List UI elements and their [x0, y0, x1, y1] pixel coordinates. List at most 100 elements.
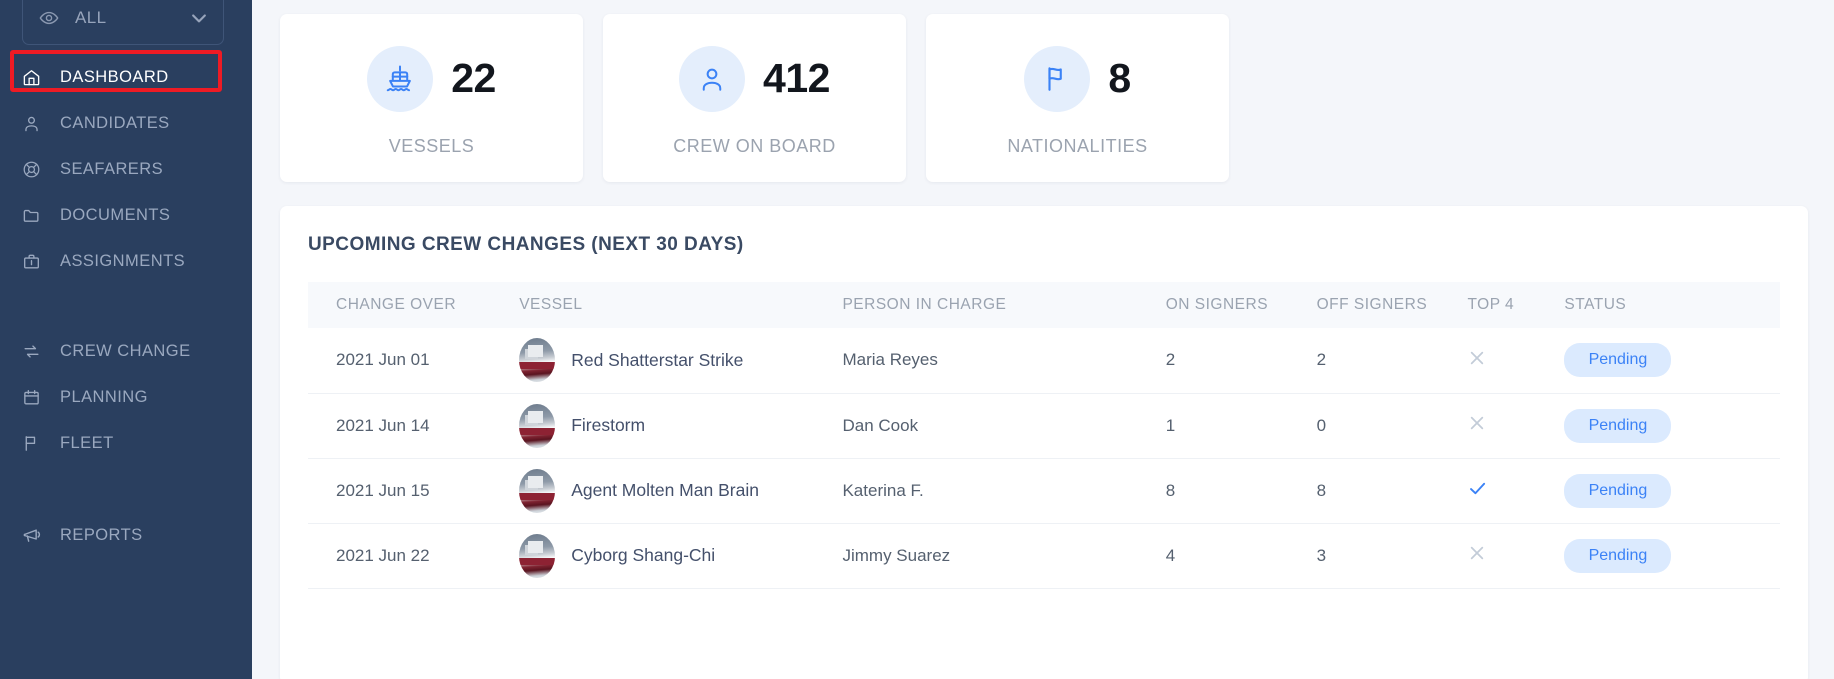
scope-filter-label: ALL: [75, 8, 107, 27]
person-icon: [679, 45, 746, 112]
main-content: 22 VESSELS 412 CREW ON BOARD 8 NATIONALI…: [252, 0, 1834, 679]
cross-icon: [1467, 413, 1487, 433]
upcoming-crew-changes-panel: UPCOMING CREW CHANGES (NEXT 30 DAYS) CHA…: [280, 206, 1808, 679]
cell-on-signers: 1: [1165, 393, 1317, 459]
sidebar-item-label: CANDIDATES: [60, 113, 170, 132]
cell-vessel: Agent Molten Man Brain: [519, 458, 843, 524]
stat-card-crew-on-board: 412 CREW ON BOARD: [603, 14, 906, 182]
stat-label: CREW ON BOARD: [673, 135, 836, 156]
vessel-photo-avatar: [519, 403, 556, 448]
sidebar-divider-gap-2: [0, 466, 252, 512]
sidebar-item-label: SEAFARERS: [60, 159, 164, 178]
cell-top-4: [1467, 458, 1565, 524]
sidebar-item-label: REPORTS: [60, 525, 143, 544]
sidebar-item-label: FLEET: [60, 433, 114, 452]
column-header-vessel[interactable]: VESSEL: [519, 282, 842, 328]
app-root: ALL DASHBOARD CANDIDATES SEAFARERS DOCUM…: [0, 0, 1834, 679]
cell-person-in-charge: Katerina F.: [842, 458, 1166, 524]
status-badge[interactable]: Pending: [1564, 538, 1672, 573]
cell-on-signers: 2: [1165, 328, 1317, 394]
cell-top-4: [1467, 328, 1565, 394]
sidebar-item-candidates[interactable]: CANDIDATES: [0, 100, 252, 146]
cell-on-signers: 8: [1165, 458, 1317, 524]
stat-label: VESSELS: [388, 135, 475, 156]
sidebar-item-label: ASSIGNMENTS: [60, 251, 186, 270]
table-row[interactable]: 2021 Jun 14 Firestorm Dan Cook 1 0 Pendi…: [308, 393, 1780, 459]
column-header-change-over[interactable]: CHANGE OVER: [308, 282, 519, 328]
lifebuoy-icon: [22, 160, 48, 179]
cell-off-signers: 0: [1316, 393, 1468, 459]
stat-value: 22: [451, 55, 496, 101]
sidebar-item-label: PLANNING: [60, 387, 148, 406]
vessel-photo-avatar: [519, 338, 556, 383]
sidebar: ALL DASHBOARD CANDIDATES SEAFARERS DOCUM…: [0, 0, 252, 679]
vessel-photo-avatar: [519, 468, 556, 513]
cell-on-signers: 4: [1165, 523, 1317, 589]
table-row[interactable]: 2021 Jun 22 Cyborg Shang-Chi Jimmy Suare…: [308, 523, 1780, 589]
cell-change-over: 2021 Jun 22: [308, 523, 520, 589]
sidebar-item-documents[interactable]: DOCUMENTS: [0, 192, 252, 238]
cell-off-signers: 3: [1316, 523, 1468, 589]
sidebar-item-seafarers[interactable]: SEAFARERS: [0, 146, 252, 192]
status-badge[interactable]: Pending: [1564, 343, 1672, 378]
panel-title: UPCOMING CREW CHANGES (NEXT 30 DAYS): [308, 234, 744, 255]
exchange-icon: [22, 342, 48, 361]
cell-change-over: 2021 Jun 01: [308, 328, 520, 394]
cell-status: Pending: [1564, 393, 1780, 459]
sidebar-item-reports[interactable]: REPORTS: [0, 512, 252, 558]
crew-changes-table: CHANGE OVER VESSEL PERSON IN CHARGE ON S…: [308, 282, 1780, 589]
cell-change-over: 2021 Jun 14: [308, 393, 520, 459]
vessel-name: Red Shatterstar Strike: [571, 349, 744, 370]
cell-person-in-charge: Jimmy Suarez: [842, 523, 1166, 589]
table-row[interactable]: 2021 Jun 01 Red Shatterstar Strike Maria…: [308, 328, 1780, 394]
sidebar-item-planning[interactable]: PLANNING: [0, 374, 252, 420]
table-header: CHANGE OVER VESSEL PERSON IN CHARGE ON S…: [308, 282, 1780, 328]
stat-card-top: 22: [367, 45, 496, 112]
vessel-name: Firestorm: [571, 415, 646, 435]
stat-cards: 22 VESSELS 412 CREW ON BOARD 8 NATIONALI…: [280, 14, 1808, 182]
vessel-name: Cyborg Shang-Chi: [571, 545, 716, 565]
cell-vessel: Firestorm: [519, 393, 843, 459]
sidebar-item-label: DASHBOARD: [60, 67, 169, 86]
cell-vessel: Red Shatterstar Strike: [519, 328, 843, 394]
check-icon: [1467, 478, 1488, 499]
chevron-down-icon[interactable]: [189, 8, 209, 28]
stat-value: 412: [763, 55, 830, 101]
sidebar-item-fleet[interactable]: FLEET: [0, 420, 252, 466]
sidebar-item-crew-change[interactable]: CREW CHANGE: [0, 328, 252, 374]
stat-label: NATIONALITIES: [1007, 135, 1148, 156]
cell-off-signers: 2: [1316, 328, 1468, 394]
column-header-top-4[interactable]: TOP 4: [1467, 282, 1564, 328]
cell-off-signers: 8: [1316, 458, 1468, 524]
calendar-icon: [22, 388, 48, 407]
column-header-on-signers[interactable]: ON SIGNERS: [1166, 282, 1317, 328]
megaphone-icon: [22, 525, 48, 545]
stat-card-top: 412: [679, 45, 830, 112]
cross-icon: [1467, 348, 1487, 368]
vessel-name: Agent Molten Man Brain: [571, 480, 759, 500]
cell-top-4: [1467, 393, 1565, 459]
status-badge[interactable]: Pending: [1564, 473, 1672, 508]
sidebar-item-label: CREW CHANGE: [60, 341, 191, 360]
column-header-off-signers[interactable]: OFF SIGNERS: [1317, 282, 1468, 328]
table-body: 2021 Jun 01 Red Shatterstar Strike Maria…: [308, 328, 1780, 589]
cell-top-4: [1467, 523, 1565, 589]
scope-filter-dropdown[interactable]: ALL: [22, 0, 224, 45]
person-icon: [22, 114, 48, 133]
status-badge[interactable]: Pending: [1564, 408, 1672, 443]
cell-status: Pending: [1564, 328, 1780, 394]
cell-vessel: Cyborg Shang-Chi: [519, 523, 843, 589]
sidebar-item-assignments[interactable]: ASSIGNMENTS: [0, 238, 252, 284]
table-row[interactable]: 2021 Jun 15 Agent Molten Man Brain Kater…: [308, 458, 1780, 524]
folder-icon: [22, 206, 48, 225]
stat-card-top: 8: [1024, 45, 1131, 112]
stat-value: 8: [1108, 55, 1131, 101]
cell-person-in-charge: Dan Cook: [842, 393, 1166, 459]
sidebar-item-dashboard[interactable]: DASHBOARD: [0, 54, 252, 100]
table-header-row: CHANGE OVER VESSEL PERSON IN CHARGE ON S…: [308, 282, 1780, 328]
column-header-status[interactable]: STATUS: [1564, 282, 1780, 328]
flag-icon: [1024, 45, 1091, 112]
cell-status: Pending: [1564, 458, 1780, 524]
column-header-person-in-charge[interactable]: PERSON IN CHARGE: [842, 282, 1165, 328]
flag-icon: [22, 434, 48, 453]
